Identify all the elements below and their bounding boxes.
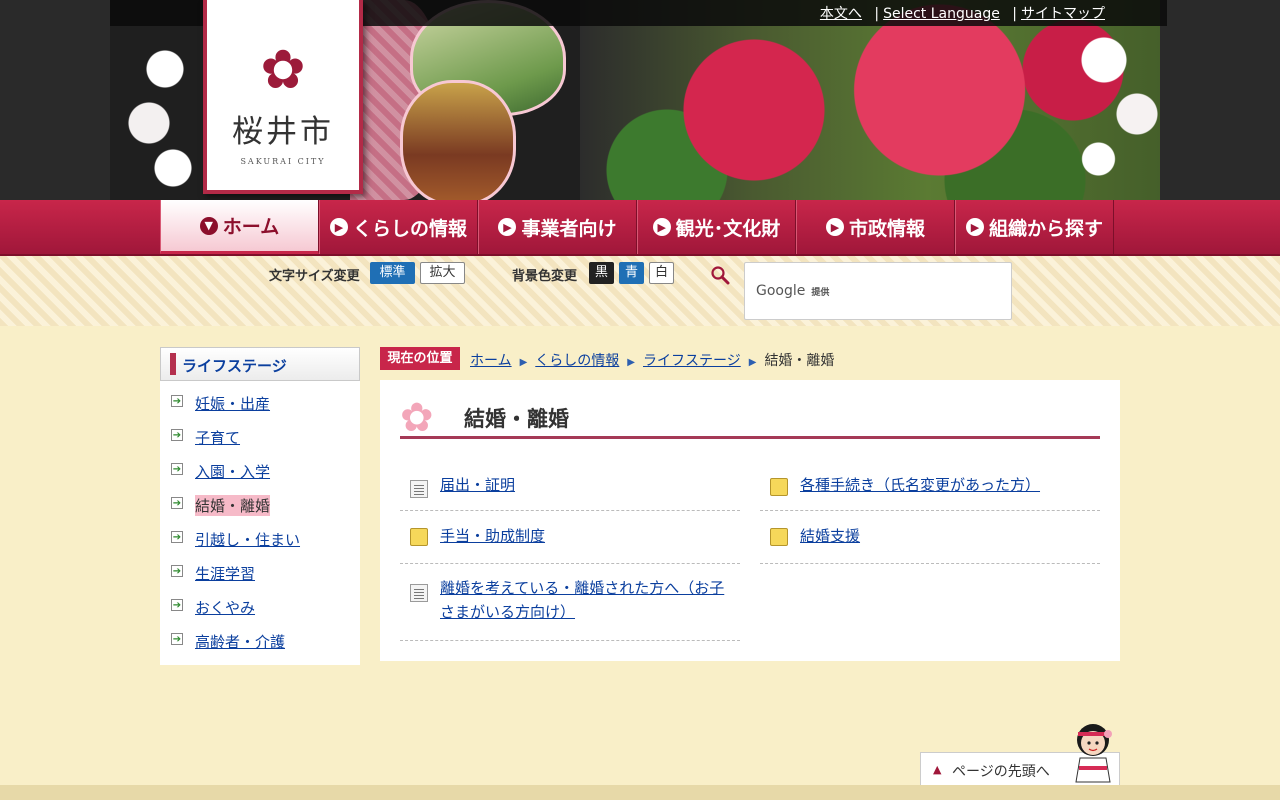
bg-blue-button[interactable]: 青 <box>619 262 644 284</box>
font-size-standard-button[interactable]: 標準 <box>370 262 415 284</box>
play-circle-icon: ▶ <box>825 218 844 236</box>
main-content: ✿ 結婚・離婚 届出・証明 各種手続き（氏名変更があった方） 手当・助成制度 結… <box>380 380 1120 661</box>
sidebar-item-elderly-care: ➔ 高齢者・介護 <box>171 633 286 651</box>
page-title-bar: ✿ 結婚・離婚 <box>400 395 1100 441</box>
folder-icon <box>410 528 428 546</box>
list-item: 離婚を考えている・離婚された方へ（お子さまがいる方向け） <box>400 564 740 641</box>
play-circle-icon: ▶ <box>329 218 348 236</box>
arrow-right-icon: ➔ <box>171 599 183 611</box>
sidebar-item-condolence: ➔ おくやみ <box>171 599 256 617</box>
sidebar-item-moving-housing: ➔ 引越し・住まい <box>171 531 301 549</box>
nav-item-living[interactable]: ▶ くらしの情報 <box>319 200 478 254</box>
nav-item-home[interactable]: ▼ ホーム <box>160 200 319 254</box>
footer-strip <box>0 785 1280 800</box>
document-icon <box>410 584 428 602</box>
bg-white-button[interactable]: 白 <box>649 262 674 284</box>
site-header: 本文へ | Select Language | サイトマップ ✿ 桜井市 SAKUR… <box>0 0 1280 200</box>
sidebar-item-school-entry: ➔ 入園・入学 <box>171 463 271 481</box>
play-circle-icon: ▶ <box>965 218 984 236</box>
cherry-blossom-decoration-left <box>125 15 205 195</box>
arrow-right-icon: ➔ <box>171 429 183 441</box>
logo-city-name-en: SAKURAI CITY <box>240 157 326 166</box>
nav-item-organization[interactable]: ▶ 組織から探す <box>955 200 1114 254</box>
bg-black-button[interactable]: 黒 <box>589 262 614 284</box>
arrow-right-icon: ➔ <box>171 565 183 577</box>
link-notifications-certificates[interactable]: 届出・証明 <box>440 473 515 497</box>
list-item: 各種手続き（氏名変更があった方） <box>760 466 1100 511</box>
list-item: 結婚支援 <box>760 511 1100 564</box>
breadcrumb-home[interactable]: ホーム <box>470 353 512 369</box>
triangle-up-icon: ▲ <box>933 763 942 776</box>
nav-item-tourism[interactable]: ▶ 観光･文化財 <box>637 200 796 254</box>
cherry-blossom-icon: ✿ <box>400 395 434 441</box>
city-emblem-icon: ✿ <box>260 38 306 101</box>
search-icon[interactable] <box>710 265 730 285</box>
google-branding: Google 提供 <box>756 283 830 299</box>
link-allowances-subsidies[interactable]: 手当・助成制度 <box>440 524 545 548</box>
arrow-right-icon: ➔ <box>171 497 183 509</box>
arrow-right-icon: ➔ <box>171 463 183 475</box>
triangle-right-icon: ▶ <box>748 357 757 368</box>
utility-links: 本文へ | Select Language | サイトマップ <box>819 6 1105 22</box>
font-size-label: 文字サイズ変更 <box>269 269 360 284</box>
arrow-right-icon: ➔ <box>171 395 183 407</box>
cherry-blossom-decoration-right <box>1060 15 1170 195</box>
sidebar-item-childcare: ➔ 子育て <box>171 429 241 447</box>
sidebar: ライフステージ ➔ 妊娠・出産 ➔ 子育て ➔ 入園・入学 ➔ 結婚・離婚 ➔ 引越し・住… <box>160 347 360 665</box>
font-size-large-button[interactable]: 拡大 <box>420 262 465 284</box>
select-language-link[interactable]: Select Language <box>883 6 1000 22</box>
sidebar-heading: ライフステージ <box>160 347 360 381</box>
site-logo[interactable]: ✿ 桜井市 SAKURAI CITY <box>203 0 363 194</box>
list-item: 手当・助成制度 <box>400 511 740 564</box>
sidebar-list: ➔ 妊娠・出産 ➔ 子育て ➔ 入園・入学 ➔ 結婚・離婚 ➔ 引越し・住まい ➔ 生涯学習… <box>160 381 360 658</box>
tool-bar: 文字サイズ変更 標準 拡大 背景色変更 黒 青 白 <box>0 256 1280 326</box>
triangle-right-icon: ▶ <box>627 357 635 368</box>
link-procedures-name-change[interactable]: 各種手続き（氏名変更があった方） <box>800 473 1040 497</box>
page-title: 結婚・離婚 <box>464 407 569 431</box>
breadcrumb-life-stage[interactable]: ライフステージ <box>643 353 741 369</box>
nav-item-business[interactable]: ▶ 事業者向け <box>478 200 637 254</box>
breadcrumb-current: 結婚・離婚 <box>764 353 835 369</box>
sidebar-item-pregnancy: ➔ 妊娠・出産 <box>171 395 271 413</box>
triangle-down-icon: ▼ <box>199 216 218 235</box>
play-circle-icon: ▶ <box>652 218 671 236</box>
search-input[interactable]: Google 提供 <box>744 262 1012 320</box>
sitemap-link[interactable]: サイトマップ <box>1021 6 1105 22</box>
hero-clover-photos <box>350 0 575 200</box>
arrow-right-icon: ➔ <box>171 633 183 645</box>
sidebar-item-marriage-divorce: ➔ 結婚・離婚 <box>171 495 271 516</box>
background-color-label: 背景色変更 <box>512 269 578 284</box>
skip-to-content-link[interactable]: 本文へ <box>820 6 862 22</box>
sidebar-item-lifelong-learning: ➔ 生涯学習 <box>171 565 256 583</box>
breadcrumb-label: 現在の位置 <box>380 347 460 370</box>
nav-item-city-admin[interactable]: ▶ 市政情報 <box>796 200 955 254</box>
global-nav: ▼ ホーム ▶ くらしの情報 ▶ 事業者向け ▶ 観光･文化財 ▶ 市政情報 ▶ 組織から探… <box>0 200 1280 256</box>
list-item: 届出・証明 <box>400 466 740 511</box>
breadcrumb-living[interactable]: くらしの情報 <box>535 353 619 369</box>
link-divorce-with-children[interactable]: 離婚を考えている・離婚された方へ（お子さまがいる方向け） <box>440 576 735 624</box>
logo-city-name: 桜井市 <box>232 114 334 150</box>
mascot-character-icon <box>1075 724 1112 783</box>
link-marriage-support[interactable]: 結婚支援 <box>800 524 860 548</box>
folder-icon <box>770 478 788 496</box>
folder-icon <box>770 528 788 546</box>
triangle-right-icon: ▶ <box>519 357 528 368</box>
play-circle-icon: ▶ <box>498 218 517 236</box>
document-icon <box>410 480 428 498</box>
arrow-right-icon: ➔ <box>171 531 183 543</box>
